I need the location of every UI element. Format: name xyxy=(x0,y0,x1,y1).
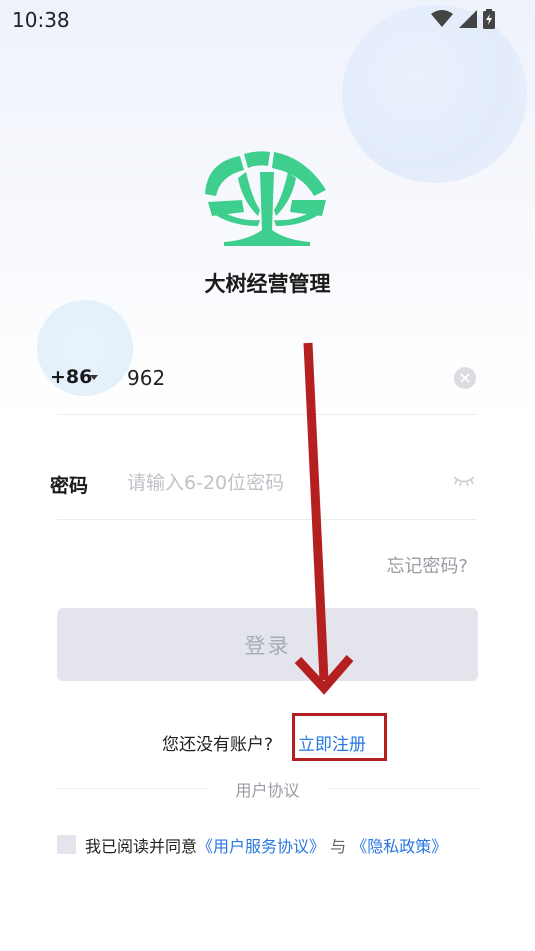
app-name: 大树经营管理 xyxy=(204,272,331,296)
consent-conjunction: 与 xyxy=(330,837,347,856)
consent-text: 我已阅读并同意《用户服务协议》 与 《隐私政策》 xyxy=(85,833,447,857)
tree-logo-icon xyxy=(205,151,326,246)
password-label: 密码 xyxy=(50,475,89,497)
divider xyxy=(326,788,478,789)
status-icons xyxy=(431,9,495,29)
phone-input[interactable] xyxy=(127,362,427,394)
divider xyxy=(57,788,207,789)
divider xyxy=(57,519,477,520)
login-button[interactable]: 登录 xyxy=(57,608,478,681)
password-input[interactable] xyxy=(127,467,437,499)
consent-checkbox[interactable] xyxy=(57,835,76,854)
highlight-box xyxy=(292,713,387,761)
signal-icon xyxy=(459,10,477,28)
register-prompt: 您还没有账户? xyxy=(162,735,274,755)
status-bar: 10:38 xyxy=(0,0,535,40)
forgot-password-link[interactable]: 忘记密码? xyxy=(360,552,468,578)
user-agreement-link[interactable]: 用户协议 xyxy=(0,777,535,801)
consent-prefix: 我已阅读并同意 xyxy=(85,837,198,856)
close-icon xyxy=(460,373,470,383)
wifi-icon xyxy=(431,10,453,27)
status-time: 10:38 xyxy=(12,8,70,32)
caret-down-icon[interactable] xyxy=(90,375,98,380)
eye-closed-icon[interactable] xyxy=(452,474,476,488)
privacy-policy-link[interactable]: 《隐私政策》 xyxy=(351,837,447,856)
divider xyxy=(57,414,477,415)
clear-icon[interactable] xyxy=(454,367,476,389)
battery-icon xyxy=(483,9,495,29)
service-agreement-link[interactable]: 《用户服务协议》 xyxy=(197,837,325,856)
country-code-selector[interactable]: +86 xyxy=(50,366,92,388)
